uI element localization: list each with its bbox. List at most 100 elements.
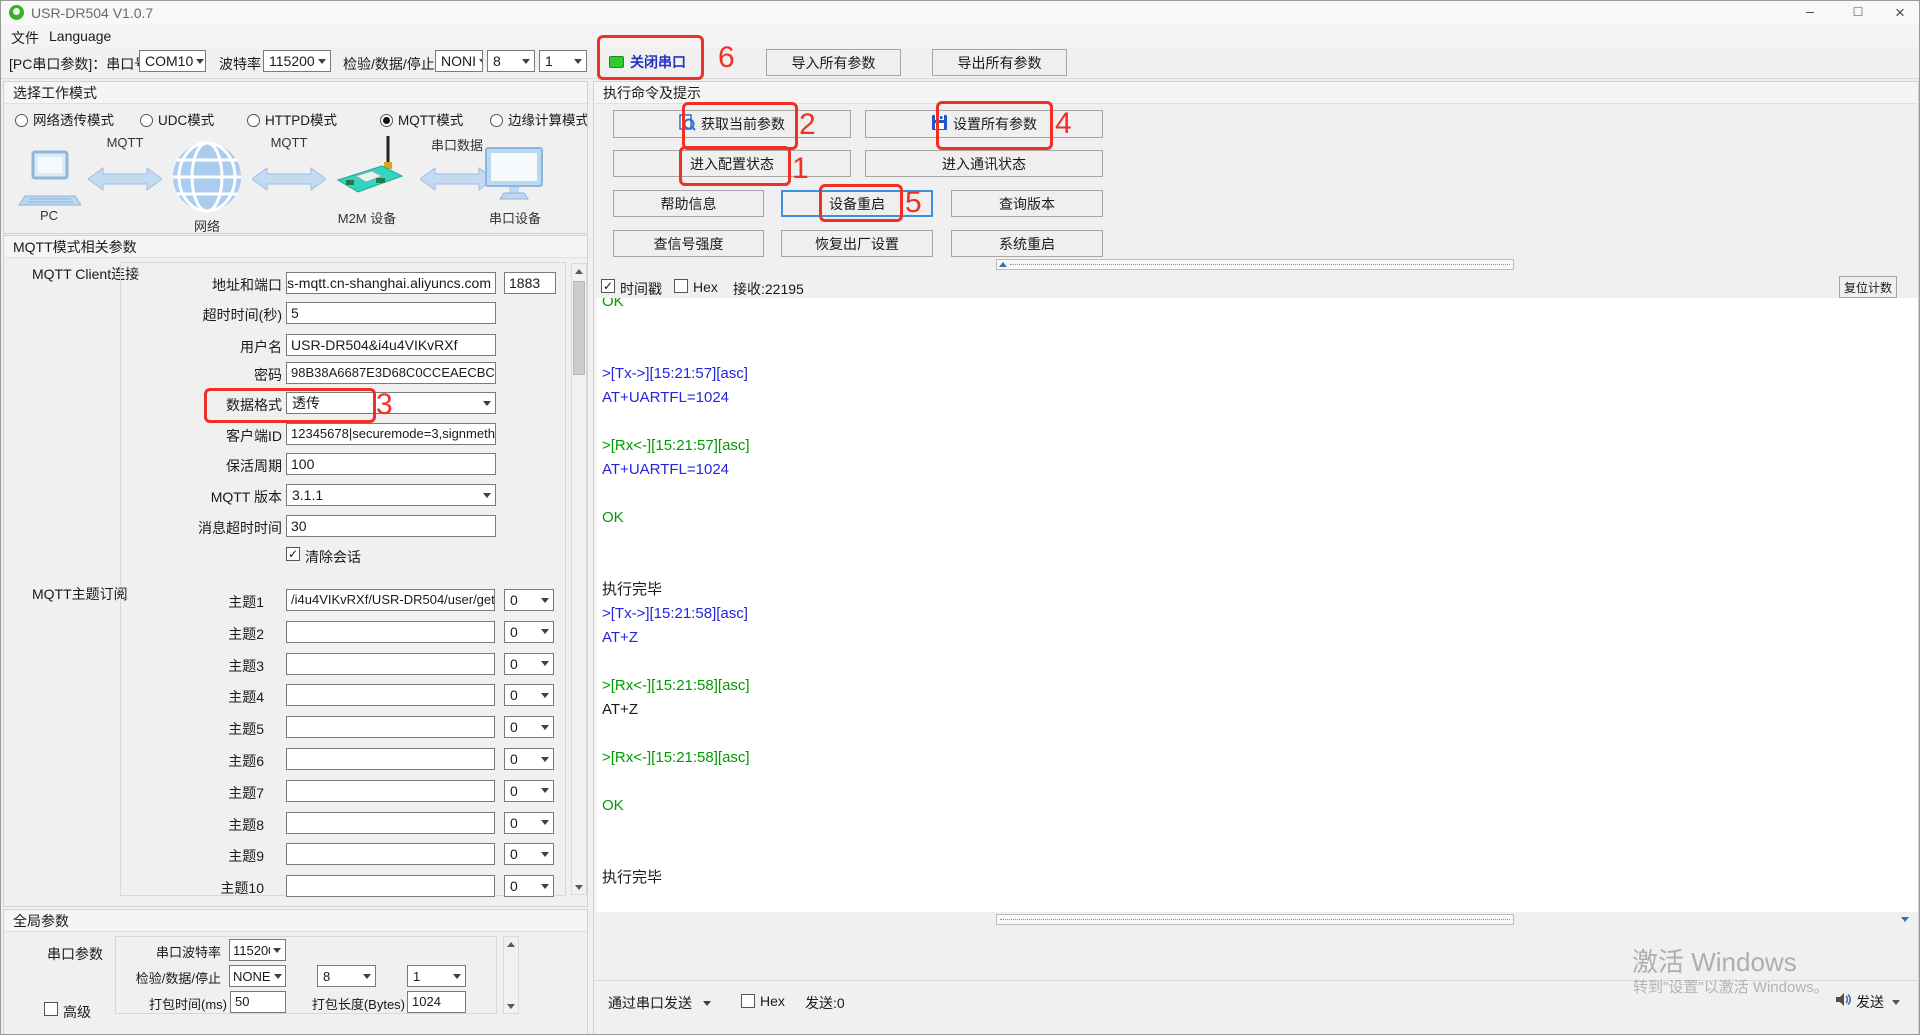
maximize-button[interactable]: □ <box>1835 3 1881 19</box>
topic-qos-select[interactable]: 0 <box>504 684 554 707</box>
topic-qos-select[interactable]: 0 <box>504 620 554 643</box>
menu-file[interactable]: 文件 <box>11 28 39 48</box>
annotation-number-4: 4 <box>1055 107 1072 140</box>
export-params-button[interactable]: 导出所有参数 <box>932 49 1067 76</box>
topic-qos-select[interactable]: 0 <box>504 716 554 739</box>
chevron-down-icon <box>196 58 205 64</box>
topic-input[interactable] <box>286 620 495 643</box>
menu-bar: 文件 Language <box>1 25 1919 48</box>
chevron-down-icon <box>363 973 371 979</box>
port-input[interactable]: 1883 <box>504 272 556 294</box>
parity-select[interactable]: NONI <box>435 50 483 72</box>
signal-strength-button[interactable]: 查信号强度 <box>613 230 764 257</box>
topic-input[interactable] <box>286 779 495 802</box>
factory-reset-button[interactable]: 恢复出厂设置 <box>781 230 933 257</box>
mqtt-form-scrollbar[interactable] <box>571 263 587 895</box>
topic-input[interactable] <box>286 716 495 739</box>
recv-counter: 接收:22195 <box>733 281 804 297</box>
topic-qos-select[interactable]: 0 <box>504 843 554 866</box>
username-label: 用户名 <box>240 339 282 355</box>
mqtt-version-select[interactable]: 3.1.1 <box>286 484 496 506</box>
topic-qos-select[interactable]: 0 <box>504 748 554 770</box>
minimize-button[interactable]: – <box>1787 3 1833 19</box>
query-version-button[interactable]: 查询版本 <box>951 190 1103 217</box>
command-panel: 执行命令及提示 获取当前参数 设置所有参数 2 4 进入配置状态 进入通讯状态 … <box>593 81 1919 1034</box>
chevron-down-icon <box>541 788 549 794</box>
close-serial-button[interactable]: 关闭串口 <box>602 47 701 77</box>
password-input[interactable]: 98B38A6687E3D68C0CCEAECBC20EC <box>286 362 496 384</box>
send-via-serial-dropdown[interactable]: 通过串口发送 <box>608 993 711 1013</box>
work-mode-option[interactable]: UDC模式 <box>140 109 214 130</box>
link-arrow-icon <box>419 166 495 197</box>
menu-language[interactable]: Language <box>49 28 111 44</box>
help-button[interactable]: 帮助信息 <box>613 190 764 217</box>
topic-qos-select[interactable]: 0 <box>504 589 554 611</box>
g-baud-select[interactable]: 115200 <box>229 939 286 961</box>
mqtt-version-label: MQTT 版本 <box>210 489 282 505</box>
log-top-scrollbar[interactable] <box>996 259 1514 270</box>
topic-input[interactable]: /i4u4VIKvRXf/USR-DR504/user/get <box>286 589 495 611</box>
system-restart-button[interactable]: 系统重启 <box>951 230 1103 257</box>
topic-qos-select[interactable]: 0 <box>504 875 554 898</box>
work-mode-option[interactable]: 网络透传模式 <box>15 109 114 130</box>
send-button[interactable]: 发送 <box>1835 990 1917 1014</box>
radio-icon[interactable] <box>15 114 28 127</box>
advanced-checkbox[interactable] <box>44 1002 58 1016</box>
baud-select[interactable]: 115200 <box>263 50 331 72</box>
stopbit-select[interactable]: 1 <box>539 50 587 72</box>
topic-input[interactable] <box>286 684 495 707</box>
close-button[interactable]: × <box>1881 3 1919 23</box>
topic-input[interactable] <box>286 875 495 898</box>
windows-activation-watermark-sub: 转到"设置"以激活 Windows。 <box>1633 979 1829 996</box>
topic-input[interactable] <box>286 652 495 675</box>
work-mode-option[interactable]: MQTT模式 <box>380 109 463 130</box>
com-port-select[interactable]: COM10 <box>139 50 206 72</box>
timestamp-checkbox[interactable]: ✓ <box>601 279 615 293</box>
app-icon <box>9 5 24 20</box>
topic-input[interactable] <box>286 843 495 866</box>
g-stopbit-select[interactable]: 1 <box>407 965 466 987</box>
send-hex-checkbox[interactable] <box>741 994 755 1008</box>
topic-label: 主题5 <box>228 721 264 738</box>
log-line: >[Tx->][15:21:58][asc] <box>602 605 748 622</box>
reset-count-button[interactable]: 复位计数 <box>1839 276 1897 298</box>
topic-qos-select[interactable]: 0 <box>504 779 554 802</box>
topic-qos-select[interactable]: 0 <box>504 811 554 834</box>
link-arrow-icon <box>87 166 163 197</box>
log-bottom-scrollbar[interactable] <box>996 914 1514 925</box>
work-mode-option-label: UDC模式 <box>158 113 215 128</box>
log-hex-checkbox[interactable] <box>674 279 688 293</box>
addr-input[interactable]: i.iot-as-mqtt.cn-shanghai.aliyuncs.com <box>286 272 496 294</box>
client-id-input[interactable]: 12345678|securemode=3,signmetho <box>286 423 496 445</box>
scroll-up-icon <box>575 268 583 274</box>
radio-icon[interactable] <box>140 114 153 127</box>
enter-config-button[interactable]: 进入配置状态 <box>613 150 851 177</box>
g-databits-select[interactable]: 8 <box>317 965 376 987</box>
radio-icon[interactable] <box>247 114 260 127</box>
topic-input[interactable] <box>286 811 495 834</box>
clean-session-checkbox[interactable]: ✓ <box>286 547 300 561</box>
g-parity-select[interactable]: NONE <box>229 965 286 987</box>
work-mode-option[interactable]: HTTPD模式 <box>247 109 337 130</box>
radio-icon[interactable] <box>490 114 503 127</box>
pack-len-input[interactable]: 1024 <box>407 991 466 1013</box>
chevron-down-icon <box>318 58 326 64</box>
scroll-down-icon[interactable] <box>1901 917 1909 922</box>
keepalive-input[interactable]: 100 <box>286 453 496 475</box>
timeout-label: 超时时间(秒) <box>202 307 282 323</box>
databits-select[interactable]: 8 <box>487 50 535 72</box>
work-mode-option[interactable]: 边缘计算模式 <box>490 109 587 130</box>
enter-comm-button[interactable]: 进入通讯状态 <box>865 150 1103 177</box>
pc-serial-label: [PC串口参数]：串口号 <box>9 56 149 72</box>
topic-qos-select[interactable]: 0 <box>504 652 554 675</box>
radio-icon[interactable] <box>380 114 393 127</box>
topic-input[interactable] <box>286 748 495 770</box>
import-params-button[interactable]: 导入所有参数 <box>766 49 901 76</box>
msg-timeout-input[interactable]: 30 <box>286 515 496 537</box>
timeout-input[interactable]: 5 <box>286 302 496 324</box>
pack-time-input[interactable]: 50 <box>230 991 286 1013</box>
username-input[interactable]: USR-DR504&i4u4VIKvRXf <box>286 334 496 356</box>
global-scrollbar[interactable] <box>503 936 519 1014</box>
log-area[interactable]: OK >[Tx->][15:21:57][asc] AT+UARTFL=1024 … <box>596 298 1918 912</box>
